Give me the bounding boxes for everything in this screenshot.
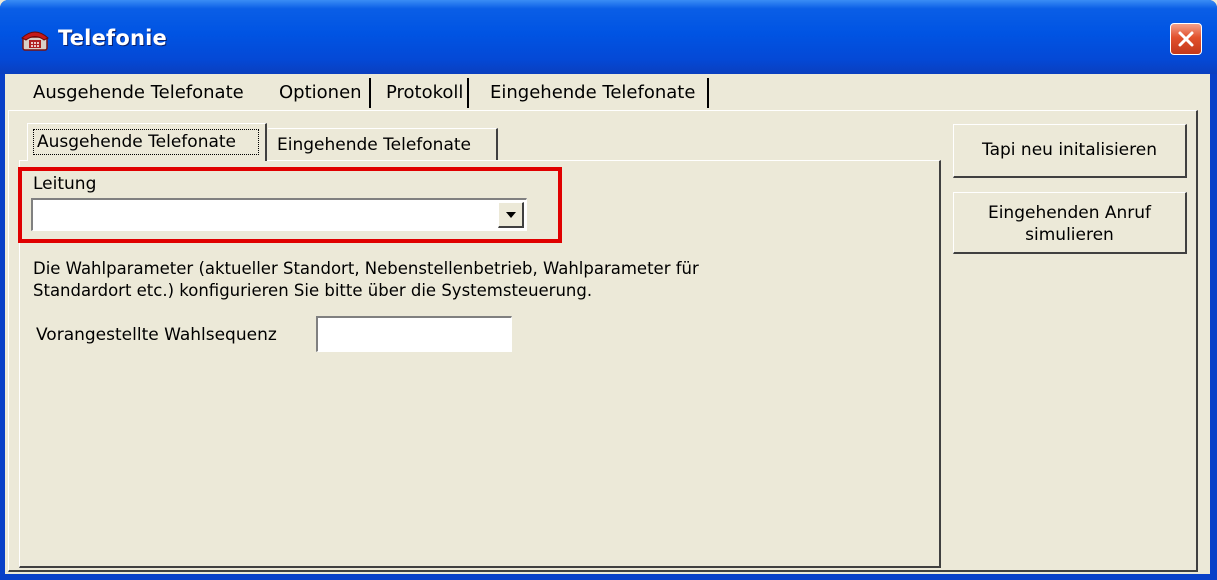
tab-ausgehende-telefonate[interactable]: Ausgehende Telefonate [33,76,244,110]
tab-optionen[interactable]: Optionen [275,76,368,110]
tapi-reinit-button[interactable]: Tapi neu initalisieren [953,124,1187,178]
close-button[interactable] [1170,23,1202,55]
telephone-icon [20,28,50,52]
tapi-reinit-label: Tapi neu initalisieren [982,140,1157,160]
prefix-input[interactable] [316,316,512,352]
tab-protokoll[interactable]: Protokoll [386,76,463,110]
simulate-label-line-2: simulieren [1025,225,1114,245]
simulate-label: Eingehenden Anruf simulieren [954,202,1185,246]
tab-divider [707,78,709,108]
subtab-label: Eingehende Telefonate [277,135,471,155]
description-line-1: Die Wahlparameter (aktueller Standort, N… [33,259,699,278]
simulate-label-line-1: Eingehenden Anruf [987,203,1152,223]
close-icon [1178,31,1194,47]
description-text: Die Wahlparameter (aktueller Standort, N… [33,258,793,302]
tab-divider [369,78,371,108]
highlight-box [18,167,562,243]
subtab-eingehende-telefonate[interactable]: Eingehende Telefonate [268,128,498,160]
subtab-label: Ausgehende Telefonate [37,132,237,152]
tab-divider [467,78,469,108]
tab-eingehende-telefonate[interactable]: Eingehende Telefonate [490,76,695,110]
title-bar[interactable]: Telefonie [0,0,1217,74]
subtab-ausgehende-telefonate[interactable]: Ausgehende Telefonate [27,123,267,161]
simulate-incoming-call-button[interactable]: Eingehenden Anruf simulieren [953,192,1187,254]
window-title: Telefonie [58,26,167,50]
telefonie-window: Telefonie Ausgehende Telefonate Optionen… [0,0,1217,580]
prefix-label: Vorangestellte Wahlsequenz [36,325,277,345]
description-line-2: Standardort etc.) konfigurieren Sie bitt… [33,281,593,300]
